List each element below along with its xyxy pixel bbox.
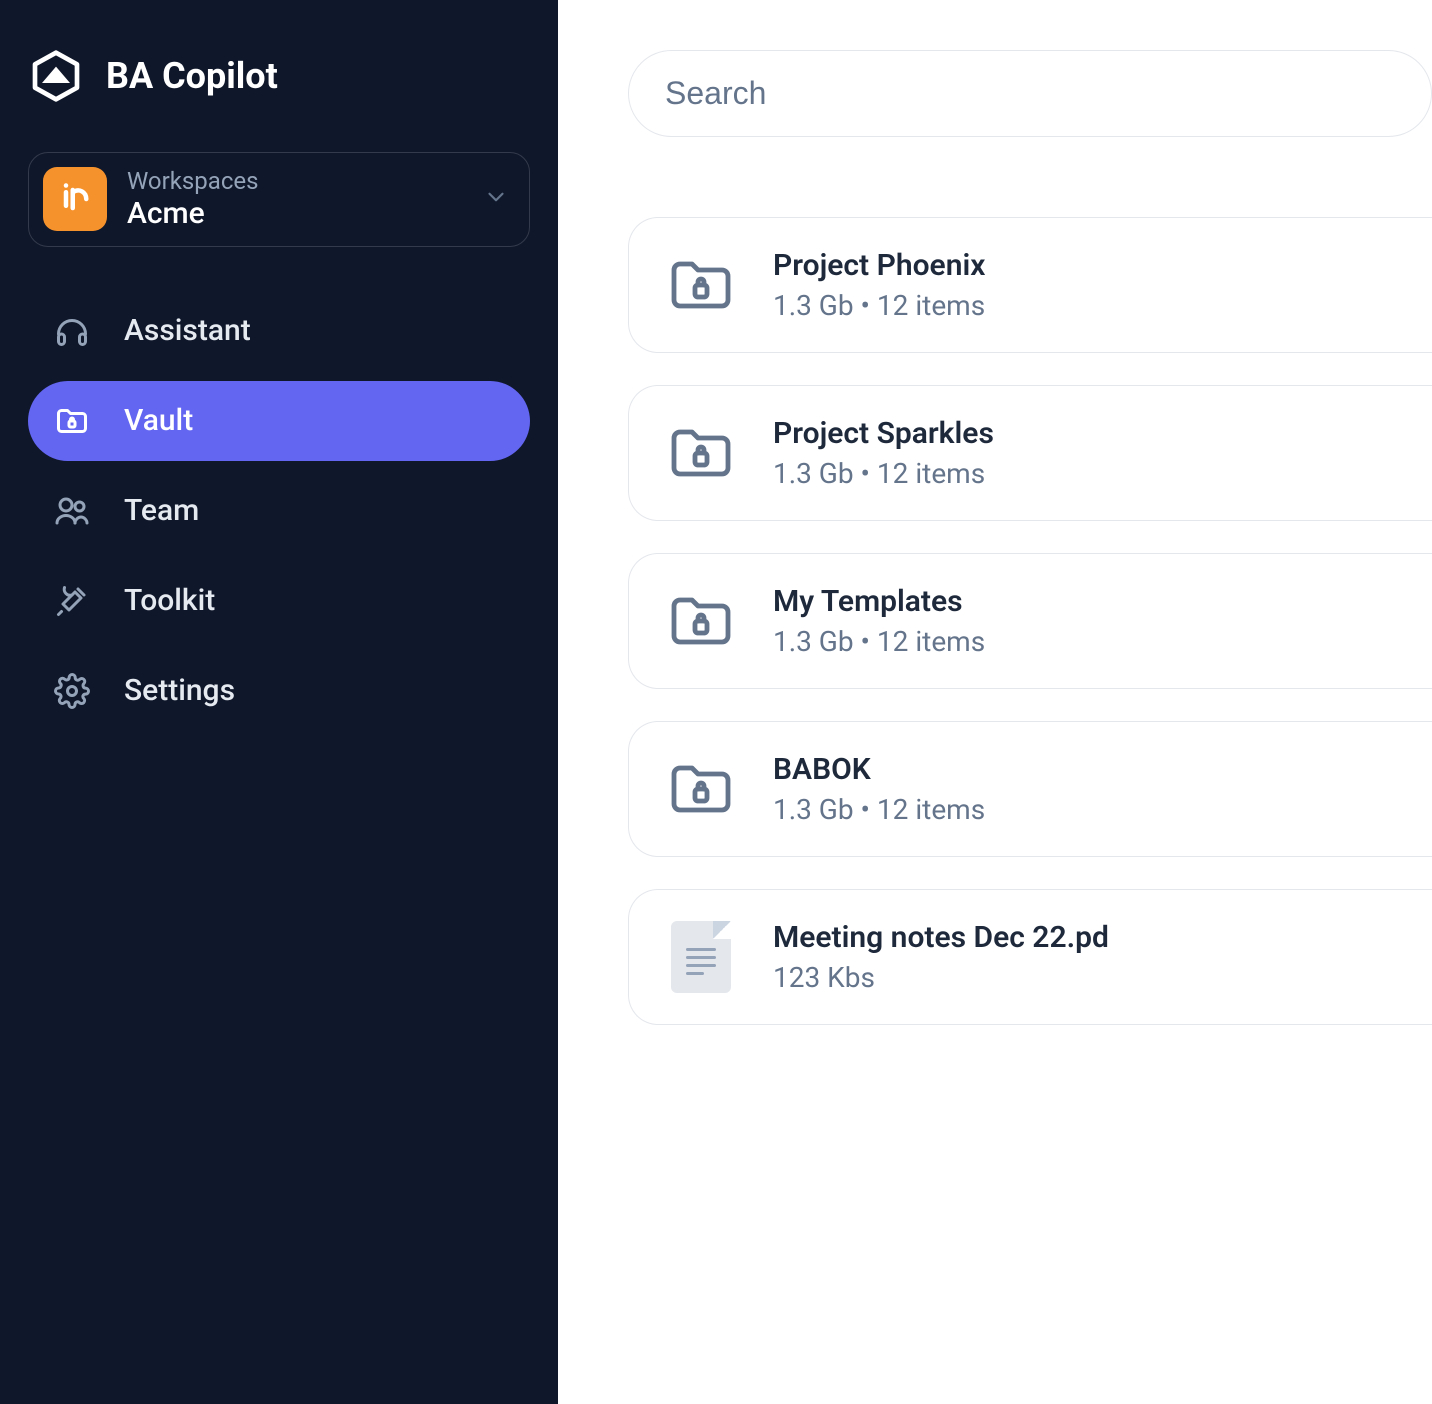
vault-folder-card[interactable]: Project Phoenix 1.3 Gb • 12 items <box>628 217 1432 353</box>
vault-item-title: Meeting notes Dec 22.pd <box>773 920 1109 955</box>
vault-item-meta: 123 Kbs <box>773 961 1109 994</box>
workspace-avatar-icon <box>43 167 107 231</box>
brand-logo-icon <box>28 48 84 104</box>
sidebar-item-label: Team <box>124 493 199 528</box>
main-content: Project Phoenix 1.3 Gb • 12 items Projec… <box>558 0 1432 1404</box>
tools-icon <box>52 581 92 621</box>
vault-item-text: BABOK 1.3 Gb • 12 items <box>773 752 985 826</box>
vault-item-text: Project Sparkles 1.3 Gb • 12 items <box>773 416 994 490</box>
vault-file-card[interactable]: Meeting notes Dec 22.pd 123 Kbs <box>628 889 1432 1025</box>
vault-item-meta: 1.3 Gb • 12 items <box>773 625 985 658</box>
folder-lock-icon <box>665 753 737 825</box>
vault-folder-card[interactable]: BABOK 1.3 Gb • 12 items <box>628 721 1432 857</box>
workspace-switcher[interactable]: Workspaces Acme <box>28 152 530 247</box>
vault-item-text: Meeting notes Dec 22.pd 123 Kbs <box>773 920 1109 994</box>
gear-icon <box>52 671 92 711</box>
brand: BA Copilot <box>28 48 530 104</box>
workspace-label: Workspaces <box>127 167 463 196</box>
sidebar-item-label: Settings <box>124 673 235 708</box>
document-icon <box>665 921 737 993</box>
folder-lock-icon <box>52 401 92 441</box>
search-box[interactable] <box>628 50 1432 137</box>
sidebar-item-label: Assistant <box>124 313 251 348</box>
vault-item-text: My Templates 1.3 Gb • 12 items <box>773 584 985 658</box>
folder-lock-icon <box>665 585 737 657</box>
folder-lock-icon <box>665 249 737 321</box>
sidebar-item-assistant[interactable]: Assistant <box>28 291 530 371</box>
vault-item-meta: 1.3 Gb • 12 items <box>773 457 994 490</box>
sidebar-item-label: Vault <box>124 403 193 438</box>
vault-item-title: BABOK <box>773 752 985 787</box>
users-icon <box>52 491 92 531</box>
sidebar-item-team[interactable]: Team <box>28 471 530 551</box>
sidebar: BA Copilot Workspaces Acme <box>0 0 558 1404</box>
vault-item-text: Project Phoenix 1.3 Gb • 12 items <box>773 248 985 322</box>
sidebar-item-label: Toolkit <box>124 583 215 618</box>
workspace-text: Workspaces Acme <box>127 167 463 232</box>
sidebar-nav: Assistant Vault Team <box>28 291 530 731</box>
sidebar-item-settings[interactable]: Settings <box>28 651 530 731</box>
sidebar-item-toolkit[interactable]: Toolkit <box>28 561 530 641</box>
vault-item-title: Project Phoenix <box>773 248 985 283</box>
vault-item-title: My Templates <box>773 584 985 619</box>
chevron-down-icon <box>483 184 509 214</box>
vault-item-list: Project Phoenix 1.3 Gb • 12 items Projec… <box>628 217 1432 1025</box>
vault-item-title: Project Sparkles <box>773 416 994 451</box>
search-input[interactable] <box>665 75 1395 112</box>
brand-title: BA Copilot <box>106 55 278 97</box>
headphones-icon <box>52 311 92 351</box>
sidebar-item-vault[interactable]: Vault <box>28 381 530 461</box>
folder-lock-icon <box>665 417 737 489</box>
vault-item-meta: 1.3 Gb • 12 items <box>773 289 985 322</box>
vault-item-meta: 1.3 Gb • 12 items <box>773 793 985 826</box>
vault-folder-card[interactable]: Project Sparkles 1.3 Gb • 12 items <box>628 385 1432 521</box>
workspace-name: Acme <box>127 196 463 232</box>
vault-folder-card[interactable]: My Templates 1.3 Gb • 12 items <box>628 553 1432 689</box>
